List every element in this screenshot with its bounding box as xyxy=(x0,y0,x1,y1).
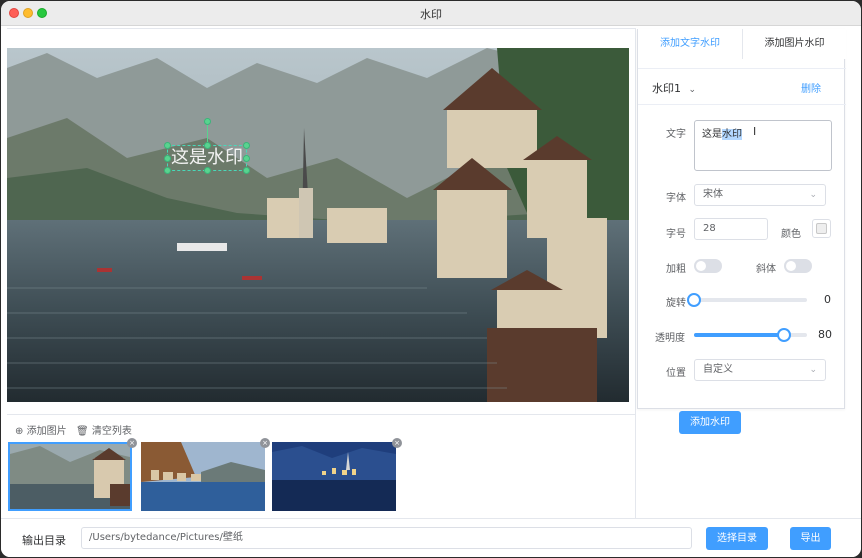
thumbnail-item[interactable] xyxy=(272,442,396,511)
rotate-value: 0 xyxy=(824,293,831,306)
opacity-slider[interactable] xyxy=(694,328,807,342)
output-bar: 输出目录 /Users/bytedance/Pictures/壁纸 选择目录 导… xyxy=(1,518,861,557)
color-picker[interactable] xyxy=(812,219,831,238)
text-label: 文字 xyxy=(666,129,686,140)
add-watermark-button[interactable]: 添加水印 xyxy=(679,411,741,434)
thumbnail-item[interactable] xyxy=(141,442,265,511)
resize-handle-l[interactable] xyxy=(164,155,171,162)
thumbnail-image xyxy=(10,444,130,509)
text-selection: 水印 xyxy=(722,129,742,140)
watermark-tabs: 添加文字水印 添加图片水印 xyxy=(638,29,846,59)
rotate-slider-thumb[interactable] xyxy=(687,293,701,307)
plus-circle-icon: ⊕ xyxy=(15,426,24,437)
section-divider xyxy=(638,104,846,105)
title-bar: 水印 xyxy=(1,1,861,26)
panel-divider xyxy=(635,28,636,518)
bold-toggle[interactable] xyxy=(694,259,722,273)
preview-canvas[interactable]: 这是水印 xyxy=(7,48,629,402)
bold-label: 加粗 xyxy=(666,264,686,275)
preview-image xyxy=(7,48,629,402)
color-label: 颜色 xyxy=(781,229,801,240)
image-list-toolbar: ⊕ 添加图片 🗑 清空列表 xyxy=(7,422,247,437)
thumbnail-image xyxy=(141,442,265,511)
chevron-down-icon: ⌄ xyxy=(809,365,817,375)
opacity-slider-fill xyxy=(694,333,784,337)
watermark-name: 水印1 xyxy=(652,82,681,95)
clear-list-button[interactable]: 🗑 清空列表 xyxy=(76,422,132,437)
preview-top-border xyxy=(7,28,635,29)
choose-dir-button[interactable]: 选择目录 xyxy=(706,527,768,550)
toolbar-divider xyxy=(7,414,635,415)
remove-thumbnail-button[interactable]: × xyxy=(127,438,137,448)
remove-thumbnail-button[interactable]: × xyxy=(392,438,402,448)
export-button[interactable]: 导出 xyxy=(790,527,831,550)
toggle-knob xyxy=(786,261,796,271)
rotate-label: 旋转 xyxy=(666,298,686,309)
chevron-down-icon: ⌄ xyxy=(809,190,817,200)
text-content: 这是 xyxy=(702,129,722,140)
font-select[interactable]: 宋体 ⌄ xyxy=(694,184,826,206)
italic-toggle[interactable] xyxy=(784,259,812,273)
trash-icon: 🗑 xyxy=(76,426,89,437)
output-path-input[interactable]: /Users/bytedance/Pictures/壁纸 xyxy=(81,527,692,549)
rotate-handle[interactable] xyxy=(204,118,211,125)
resize-handle-tl[interactable] xyxy=(164,142,171,149)
resize-handle-b[interactable] xyxy=(204,167,211,174)
rotate-slider[interactable] xyxy=(687,293,807,307)
toggle-knob xyxy=(696,261,706,271)
resize-handle-br[interactable] xyxy=(243,167,250,174)
tab-image-watermark[interactable]: 添加图片水印 xyxy=(742,29,846,59)
font-value: 宋体 xyxy=(703,189,723,200)
thumbnail-item[interactable] xyxy=(8,442,132,511)
rotate-stem xyxy=(207,122,208,142)
resize-handle-bl[interactable] xyxy=(164,167,171,174)
font-label: 字体 xyxy=(666,193,686,204)
delete-watermark-button[interactable]: 删除 xyxy=(801,80,821,95)
watermark-settings-panel: 添加文字水印 添加图片水印 水印1 ⌄ 删除 文字 这是水印 I 字体 宋体 ⌄… xyxy=(637,29,846,409)
chevron-down-icon: ⌄ xyxy=(688,85,697,95)
output-dir-label: 输出目录 xyxy=(22,534,66,547)
opacity-label: 透明度 xyxy=(655,333,685,344)
add-image-label: 添加图片 xyxy=(26,426,67,437)
section-divider xyxy=(638,68,846,69)
add-image-button[interactable]: ⊕ 添加图片 xyxy=(15,422,67,437)
font-size-input[interactable]: 28 xyxy=(694,218,768,240)
color-swatch xyxy=(816,223,827,234)
position-value: 自定义 xyxy=(703,364,733,375)
text-cursor-icon: I xyxy=(753,125,757,138)
thumbnail-image xyxy=(272,442,396,511)
clear-list-label: 清空列表 xyxy=(91,426,132,437)
remove-thumbnail-button[interactable]: × xyxy=(260,438,270,448)
app-window: 水印 这是水印 ⊕ 添加图片 🗑 清空列表 × × × 添加文字水印 添加图片水… xyxy=(1,1,861,557)
watermark-text-input[interactable]: 这是水印 I xyxy=(694,120,832,171)
watermark-selection-box[interactable]: 这是水印 xyxy=(164,118,250,174)
resize-handle-r[interactable] xyxy=(243,155,250,162)
italic-label: 斜体 xyxy=(756,264,776,275)
resize-handle-tr[interactable] xyxy=(243,142,250,149)
window-title: 水印 xyxy=(420,8,442,21)
position-label: 位置 xyxy=(666,368,686,379)
resize-handle-t[interactable] xyxy=(204,142,211,149)
position-select[interactable]: 自定义 ⌄ xyxy=(694,359,826,381)
opacity-value: 80 xyxy=(818,328,832,341)
tab-text-watermark[interactable]: 添加文字水印 xyxy=(638,29,742,59)
size-label: 字号 xyxy=(666,229,686,240)
watermark-selector[interactable]: 水印1 ⌄ xyxy=(652,80,696,96)
opacity-slider-thumb[interactable] xyxy=(777,328,791,342)
